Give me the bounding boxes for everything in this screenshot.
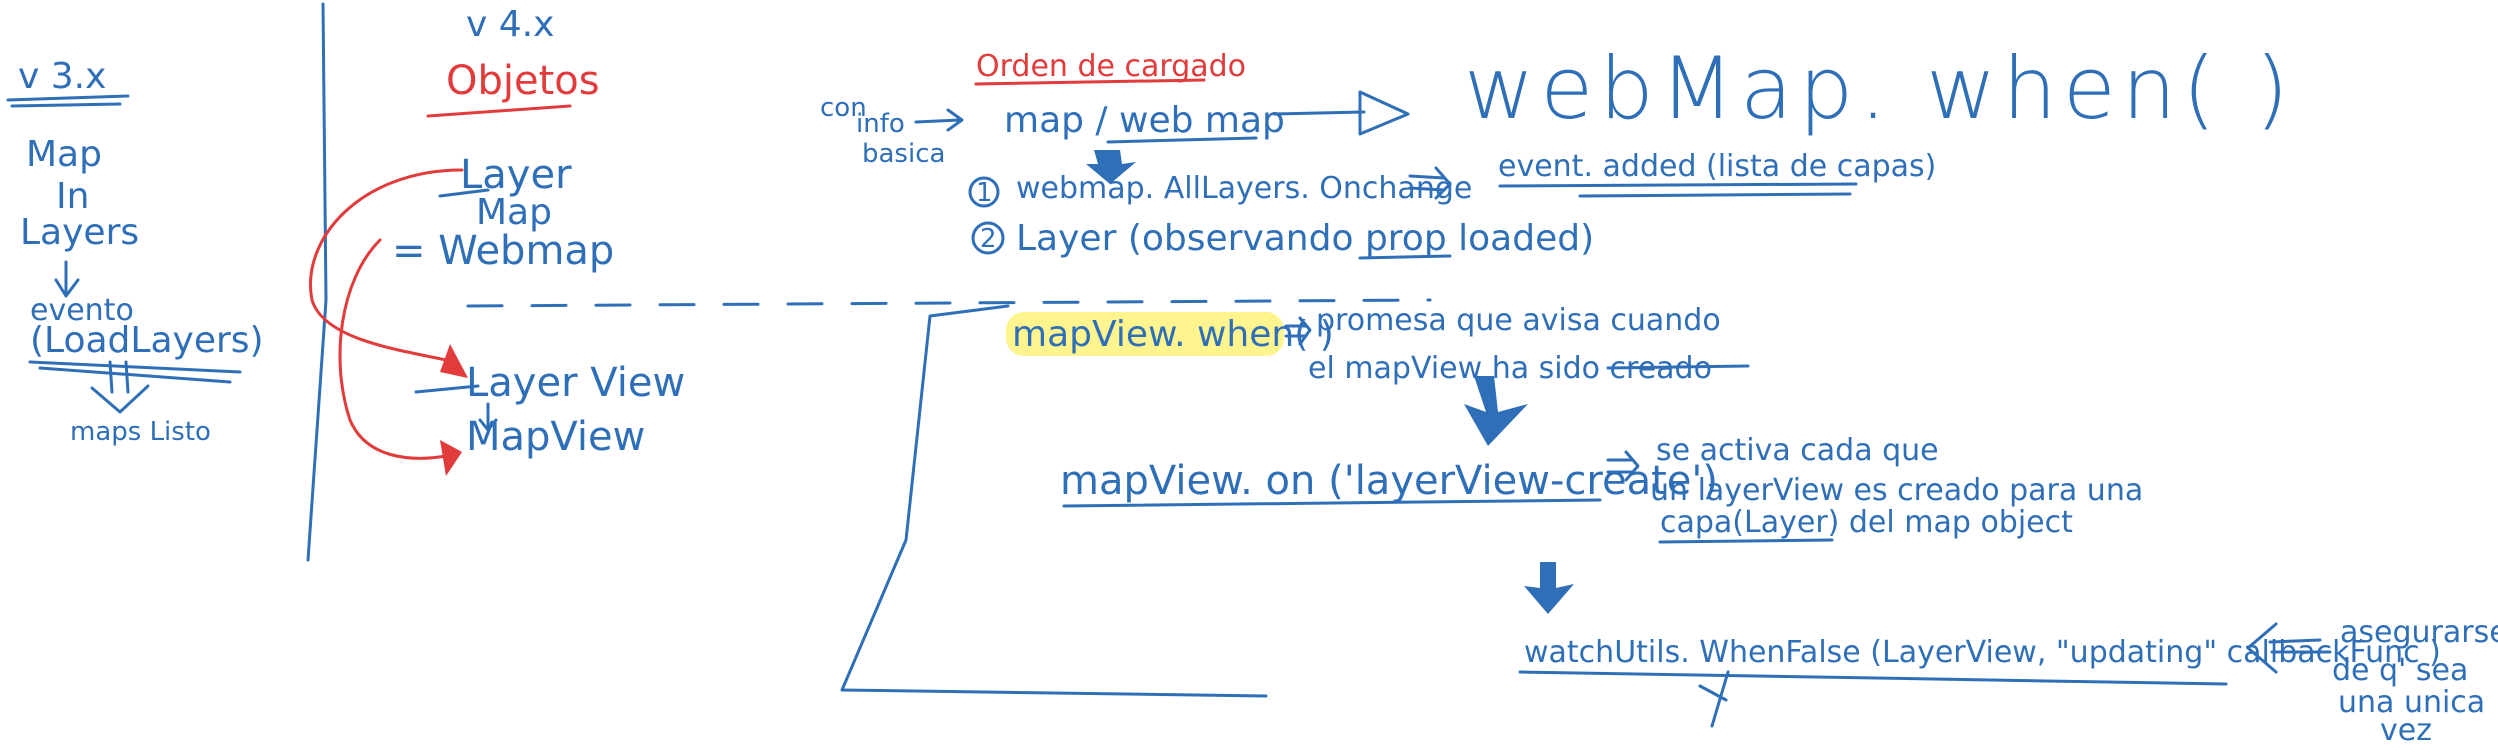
dashed-separator-line — [466, 298, 1432, 308]
whiteboard-drawing: v 3.x Map In Layers evento (LoadLayers) … — [6, 2, 2498, 748]
ensure-note-1: asegurarse — [2340, 615, 2498, 650]
mapview-flow-section: mapView. when( ) promesa que avisa cuand… — [840, 303, 2498, 748]
v3-loadlayers-label: (LoadLayers) — [30, 320, 264, 361]
capa-layer-underline — [1658, 538, 1834, 544]
v4-layerview-label: Layer View — [466, 360, 685, 406]
basica-label: basica — [862, 139, 945, 169]
ensure-note-2: de q' sea — [2332, 653, 2468, 688]
objetos-underline — [426, 104, 572, 118]
watchutils-underline — [1518, 670, 2228, 686]
step1-label: webmap. AllLayers. Onchange — [1016, 171, 1472, 206]
v3-arrow-down-small — [54, 260, 80, 298]
v4-objetos-label: Objetos — [446, 58, 600, 104]
ensure-note-4: vez — [2380, 713, 2432, 748]
loaded-underline — [1358, 254, 1452, 260]
whiteboard-canvas: v 3.x Map In Layers evento (LoadLayers) … — [0, 0, 2498, 755]
step1-result-label: event. added (lista de capas) — [1498, 149, 1936, 184]
info-label: info — [856, 109, 905, 139]
step1-result-underline — [1498, 182, 1858, 188]
step2-label: Layer (observando prop loaded) — [1016, 218, 1594, 259]
webmap-to-mapview-arrowhead — [440, 440, 462, 476]
mapview-when-label: mapView. when( ) — [1012, 314, 1334, 355]
creado-underline — [1606, 364, 1750, 370]
v4-webmap-label: = Webmap — [392, 228, 614, 274]
webmap-when-label: webMap. when( ) — [1464, 39, 2295, 139]
orden-de-cargado-title: Orden de cargado — [976, 49, 1246, 84]
v4-mapview-label: MapView — [466, 414, 645, 460]
mapview-on-desc-2: un layerView es creado para una — [1650, 473, 2143, 508]
step1-number: 1 — [976, 178, 993, 208]
layer-to-layerview-arrowhead — [440, 344, 468, 378]
v3-maps-listo-label: maps Listo — [70, 417, 211, 447]
map-to-when-arrow-shaft — [1272, 110, 1366, 116]
middle-column-v4: v 4.x Objetos Layer Map = Webmap Layer V… — [309, 4, 685, 476]
mapview-on-desc-1: se activa cada que — [1656, 433, 1939, 468]
loading-order-section: Orden de cargado con info basica map / w… — [820, 39, 2295, 260]
on-to-watch-down-arrow — [1524, 562, 1574, 614]
v4-version-label: v 4.x — [466, 4, 554, 45]
v3-version-label: v 3.x — [18, 56, 106, 97]
watchutils-cursor-mark — [1698, 670, 1730, 728]
v3-underline-2 — [10, 102, 122, 108]
map-to-when-arrowhead — [1358, 90, 1410, 136]
mapview-on-label: mapView. on ('layerView-create') — [1060, 458, 1718, 504]
mapview-on-desc-3: capa(Layer) del map object — [1660, 505, 2073, 540]
v3-layers-label: Layers — [20, 212, 139, 253]
left-column-v3: v 3.x Map In Layers evento (LoadLayers) … — [6, 56, 264, 447]
v3-in-label: In — [56, 176, 89, 217]
when-to-on-down-arrow — [1464, 376, 1528, 446]
con-info-arrow — [914, 108, 964, 132]
v3-arrow-down-big — [90, 360, 150, 414]
v3-map-label: Map — [26, 134, 102, 175]
step2-number: 2 — [980, 224, 997, 254]
map-webmap-label: map / web map — [1004, 100, 1285, 141]
mapview-when-desc-1: promesa que avisa cuando — [1316, 303, 1721, 338]
v4-map-label: Map — [476, 192, 552, 233]
step1-result-underline-2 — [1578, 192, 1852, 198]
